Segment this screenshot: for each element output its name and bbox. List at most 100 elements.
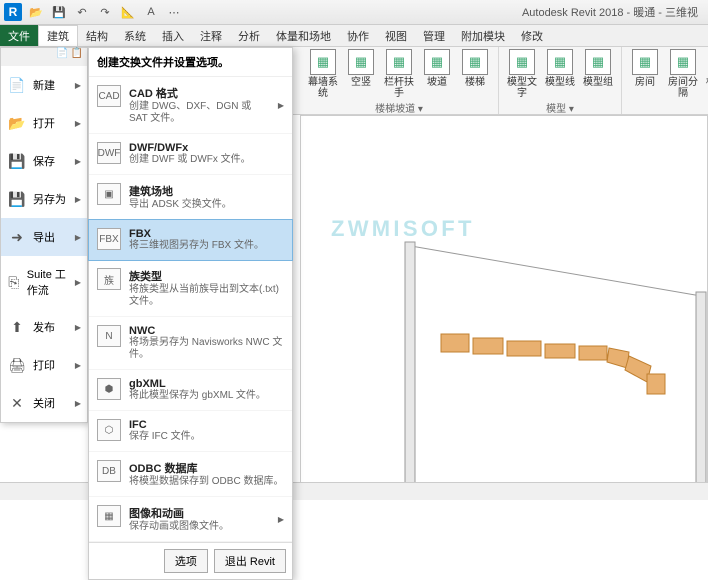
export-panel-footer: 选项 退出 Revit [89, 542, 292, 579]
file-menu-新建[interactable]: 📄新建▶ [1, 66, 87, 104]
export-ODBC 数据库[interactable]: DBODBC 数据库将模型数据保存到 ODBC 数据库。 [89, 452, 292, 497]
file-menu-保存[interactable]: 💾保存▶ [1, 142, 87, 180]
file-menu-打印[interactable]: 🖨打印▶ [1, 346, 87, 384]
export-desc: 将此模型保存为 gbXML 文件。 [129, 390, 284, 402]
ribbon-label: 模型线 [545, 77, 575, 88]
qat-open-icon[interactable]: 📂 [26, 3, 46, 21]
fm-icon: ➜ [7, 228, 27, 246]
export-icon: ⬢ [97, 378, 121, 400]
menubar: 文件建筑结构系统插入注释分析体量和场地协作视图管理附加模块修改 [0, 25, 708, 47]
ribbon-label: 房间 [635, 77, 655, 88]
menu-视图[interactable]: 视图 [377, 25, 415, 46]
export-desc: 保存动画或图像文件。 [129, 521, 270, 533]
export-gbXML[interactable]: ⬢gbXML将此模型保存为 gbXML 文件。 [89, 370, 292, 411]
ribbon-btn-模型线[interactable]: ▦ 模型线 [543, 49, 577, 99]
menu-插入[interactable]: 插入 [154, 25, 192, 46]
file-menu-Suite 工作流[interactable]: ⎘Suite 工作流▶ [1, 256, 87, 308]
qat-more-icon[interactable]: ⋯ [164, 3, 184, 21]
chevron-right-icon: ▶ [75, 195, 81, 204]
menu-体量和场地[interactable]: 体量和场地 [268, 25, 339, 46]
ribbon-btn-标记房间[interactable]: ▦标记房间 [704, 49, 708, 99]
ribbon-icon: ▦ [509, 49, 535, 75]
qat-text-a-icon[interactable]: A [141, 3, 161, 21]
export-建筑场地[interactable]: ▣建筑场地导出 ADSK 交换文件。 [89, 175, 292, 220]
ribbon-btn-房间分隔[interactable]: ▦房间分隔 [666, 49, 700, 99]
export-族类型[interactable]: 族族类型将族类型从当前族导出到文本(.txt)文件。 [89, 260, 292, 317]
qat-redo-icon[interactable]: ↷ [95, 3, 115, 21]
file-menu-另存为[interactable]: 💾另存为▶ [1, 180, 87, 218]
export-FBX[interactable]: FBXFBX将三维视图另存为 FBX 文件。 [88, 219, 293, 261]
ribbon-icon: ▦ [585, 49, 611, 75]
fm-label: Suite 工作流 [27, 266, 69, 298]
ribbon-label: 模型组 [583, 77, 613, 88]
ribbon-btn-房间[interactable]: ▦房间 [628, 49, 662, 99]
export-desc: 将场景另存为 Navisworks NWC 文件。 [129, 337, 284, 361]
file-menu: 📄📋 📄新建▶📂打开▶💾保存▶💾另存为▶➜导出▶⎘Suite 工作流▶⬆发布▶🖨… [0, 47, 88, 423]
file-menu-打开[interactable]: 📂打开▶ [1, 104, 87, 142]
ribbon-btn-模型文字[interactable]: ▦模型文字 [505, 49, 539, 99]
menu-附加模块[interactable]: 附加模块 [453, 25, 513, 46]
export-CAD 格式[interactable]: CADCAD 格式创建 DWG、DXF、DGN 或 SAT 文件。▶ [89, 77, 292, 134]
viewport-3d[interactable]: ZWMISOFT [300, 115, 708, 500]
titlebar: R 📂 💾 ↶ ↷ 📐 A ⋯ Autodesk Revit 2018 - 暖通… [0, 0, 708, 25]
options-button[interactable]: 选项 [164, 549, 208, 573]
fm-label: 导出 [33, 229, 55, 245]
file-menu-header: 📄📋 [1, 48, 87, 66]
fm-icon: 📂 [7, 114, 27, 132]
export-icon: N [97, 325, 121, 347]
menu-协作[interactable]: 协作 [339, 25, 377, 46]
recent-places-icon[interactable]: 📋 [71, 48, 83, 66]
ribbon-group-label: 楼梯坡道 ▾ [306, 99, 492, 116]
export-icon: DWF [97, 142, 121, 164]
ribbon-btn-栏杆扶手[interactable]: ▦栏杆扶手 [382, 49, 416, 99]
export-icon: FBX [97, 228, 121, 250]
fm-label: 发布 [33, 319, 55, 335]
export-title: NWC [129, 325, 284, 337]
ribbon-btn-幕墙系统[interactable]: ▦幕墙系统 [306, 49, 340, 99]
menu-结构[interactable]: 结构 [78, 25, 116, 46]
export-title: 族类型 [129, 268, 284, 284]
qat-undo-icon[interactable]: ↶ [72, 3, 92, 21]
menu-分析[interactable]: 分析 [230, 25, 268, 46]
chevron-right-icon: ▶ [75, 278, 81, 287]
recent-docs-icon[interactable]: 📄 [56, 48, 68, 66]
ribbon-label: 模型文字 [505, 77, 539, 99]
export-icon: DB [97, 460, 121, 482]
chevron-right-icon: ▶ [278, 101, 284, 110]
export-icon: ⬡ [97, 419, 121, 441]
menu-文件[interactable]: 文件 [0, 25, 38, 46]
export-IFC[interactable]: ⬡IFC保存 IFC 文件。 [89, 411, 292, 452]
watermark-text: ZWMISOFT [331, 216, 475, 242]
qat-measure-icon[interactable]: 📐 [118, 3, 138, 21]
qat-save-icon[interactable]: 💾 [49, 3, 69, 21]
ribbon-label: 幕墙系统 [306, 77, 340, 99]
ribbon-icon: ▦ [348, 49, 374, 75]
ribbon-btn-空竖[interactable]: ▦空竖 [344, 49, 378, 99]
file-menu-发布[interactable]: ⬆发布▶ [1, 308, 87, 346]
exit-revit-button[interactable]: 退出 Revit [214, 549, 286, 573]
chevron-right-icon: ▶ [75, 81, 81, 90]
ribbon-icon: ▦ [670, 49, 696, 75]
menu-系统[interactable]: 系统 [116, 25, 154, 46]
menu-建筑[interactable]: 建筑 [38, 25, 78, 46]
ribbon-btn-模型组[interactable]: ▦ 模型组 [581, 49, 615, 99]
ribbon-label: 房间分隔 [666, 77, 700, 99]
export-图像和动画[interactable]: ▦图像和动画保存动画或图像文件。▶ [89, 497, 292, 542]
app-logo-icon: R [4, 3, 22, 21]
menu-注释[interactable]: 注释 [192, 25, 230, 46]
export-desc: 将模型数据保存到 ODBC 数据库。 [129, 476, 284, 488]
ribbon-icon: ▦ [547, 49, 573, 75]
fm-label: 保存 [33, 153, 55, 169]
fm-label: 新建 [33, 77, 55, 93]
fm-label: 打开 [33, 115, 55, 131]
export-title: DWF/DWFx [129, 142, 284, 154]
file-menu-关闭[interactable]: ✕关闭▶ [1, 384, 87, 422]
menu-修改[interactable]: 修改 [513, 25, 551, 46]
ribbon-btn-楼梯[interactable]: ▦楼梯 [458, 49, 492, 99]
export-desc: 导出 ADSK 交换文件。 [129, 199, 284, 211]
ribbon-btn-坡道[interactable]: ▦坡道 [420, 49, 454, 99]
menu-管理[interactable]: 管理 [415, 25, 453, 46]
file-menu-导出[interactable]: ➜导出▶ [1, 218, 87, 256]
export-NWC[interactable]: N NWC将场景另存为 Navisworks NWC 文件。 [89, 317, 292, 370]
export-DWF/DWFx[interactable]: DWFDWF/DWFx创建 DWF 或 DWFx 文件。 [89, 134, 292, 175]
